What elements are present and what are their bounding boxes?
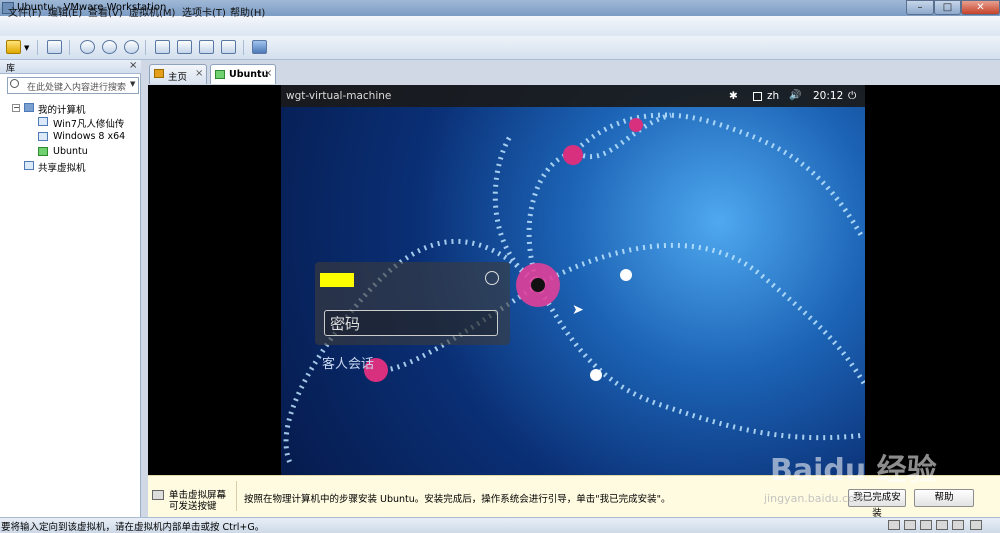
password-placeholder: 密码 bbox=[330, 315, 361, 333]
shared-vm-icon bbox=[24, 161, 34, 170]
volume-icon[interactable]: 🔊 bbox=[789, 90, 801, 101]
status-text: 要将输入定向到该虚拟机，请在虚拟机内部单击或按 Ctrl+G。 bbox=[1, 522, 265, 533]
menu-vm[interactable]: 虚拟机(M) bbox=[129, 4, 175, 19]
maximize-button[interactable]: □ bbox=[934, 0, 961, 15]
tree-vm-ubuntu[interactable]: Ubuntu bbox=[53, 146, 88, 157]
menu-file[interactable]: 文件(F) bbox=[8, 4, 42, 19]
library-header bbox=[0, 60, 141, 74]
toolbar-separator bbox=[243, 40, 244, 55]
toolbar-separator bbox=[145, 40, 146, 55]
help-button[interactable]: 帮助 bbox=[914, 489, 974, 507]
toolbar bbox=[0, 36, 1000, 60]
fullscreen-icon[interactable] bbox=[199, 40, 214, 54]
tab-ubuntu-close-icon[interactable]: × bbox=[264, 68, 272, 79]
tab-ubuntu-label: Ubuntu bbox=[229, 69, 269, 80]
session-gear-icon[interactable] bbox=[485, 271, 499, 285]
sound-icon[interactable] bbox=[952, 520, 964, 530]
guest-session-item[interactable]: 客人会话 bbox=[322, 353, 374, 372]
snapshot-icon[interactable] bbox=[80, 40, 95, 54]
search-dropdown-icon[interactable]: ▼ bbox=[130, 80, 135, 88]
snapshot-manager-icon[interactable] bbox=[124, 40, 139, 54]
network-icon[interactable] bbox=[47, 40, 62, 54]
tree-collapse-icon[interactable]: − bbox=[12, 104, 20, 112]
show-library-icon[interactable] bbox=[155, 40, 170, 54]
accessibility-icon[interactable]: ✱ bbox=[729, 90, 738, 102]
usb-icon[interactable] bbox=[936, 520, 948, 530]
user-name-redacted bbox=[320, 273, 354, 287]
search-icon bbox=[10, 79, 19, 88]
tab-home-close-icon[interactable]: × bbox=[195, 68, 203, 79]
toolbar-separator bbox=[69, 40, 70, 55]
menu-bar bbox=[0, 16, 1000, 36]
library-search-placeholder: 在此处键入内容进行搜索 bbox=[27, 83, 127, 93]
vm-icon bbox=[38, 117, 48, 126]
home-icon bbox=[154, 69, 164, 78]
cd-rom-icon[interactable] bbox=[904, 520, 916, 530]
watermark-url: jingyan.baidu.com bbox=[764, 492, 866, 505]
tree-shared-vms[interactable]: 共享虚拟机 bbox=[38, 160, 86, 174]
guest-language[interactable]: zh bbox=[767, 90, 779, 102]
network-adapter-icon[interactable] bbox=[920, 520, 932, 530]
tree-vm-win7[interactable]: Win7凡人修仙传 bbox=[53, 116, 124, 130]
power-icon[interactable] bbox=[6, 40, 21, 54]
hint-divider bbox=[236, 481, 237, 511]
console-view-icon[interactable] bbox=[252, 40, 267, 54]
tab-home-label: 主页 bbox=[168, 72, 188, 83]
mouse-cursor-icon: ➤ bbox=[572, 302, 584, 318]
revert-snapshot-icon[interactable] bbox=[102, 40, 117, 54]
unity-icon[interactable] bbox=[221, 40, 236, 54]
guest-time[interactable]: 20:12 bbox=[813, 90, 843, 102]
close-button[interactable]: ✕ bbox=[961, 0, 1000, 15]
library-close-icon[interactable]: × bbox=[129, 60, 137, 71]
computer-icon bbox=[24, 103, 34, 112]
thumbnail-bar-icon[interactable] bbox=[177, 40, 192, 54]
menu-edit[interactable]: 编辑(E) bbox=[48, 4, 82, 19]
menu-help[interactable]: 帮助(H) bbox=[230, 4, 265, 19]
vm-running-icon bbox=[215, 70, 225, 79]
power-dropdown-icon[interactable]: ▼ bbox=[24, 44, 29, 52]
hard-disk-icon[interactable] bbox=[888, 520, 900, 530]
watermark-logo: Baidu 经验 bbox=[770, 453, 937, 488]
vm-icon bbox=[38, 132, 48, 141]
minimize-button[interactable]: – bbox=[906, 0, 934, 15]
install-hint-message: 按照在物理计算机中的步骤安装 Ubuntu。安装完成后，操作系统会进行引导，单击… bbox=[244, 494, 671, 505]
vm-running-icon bbox=[38, 147, 48, 156]
tree-my-computer[interactable]: 我的计算机 bbox=[38, 102, 86, 116]
hint-send-keys: 可发送按键 bbox=[169, 501, 217, 512]
power-menu-icon[interactable]: ⏻ bbox=[848, 90, 856, 103]
tree-vm-win8[interactable]: Windows 8 x64 bbox=[53, 131, 125, 142]
library-title: 库 bbox=[6, 64, 16, 74]
menu-view[interactable]: 查看(V) bbox=[88, 4, 123, 19]
keyboard-icon[interactable] bbox=[753, 92, 762, 101]
keyboard-hint-icon bbox=[152, 490, 164, 500]
toolbar-separator bbox=[37, 40, 38, 55]
messages-icon[interactable] bbox=[970, 520, 982, 530]
menu-tabs[interactable]: 选项卡(T) bbox=[182, 4, 226, 19]
guest-hostname: wgt-virtual-machine bbox=[286, 90, 392, 102]
